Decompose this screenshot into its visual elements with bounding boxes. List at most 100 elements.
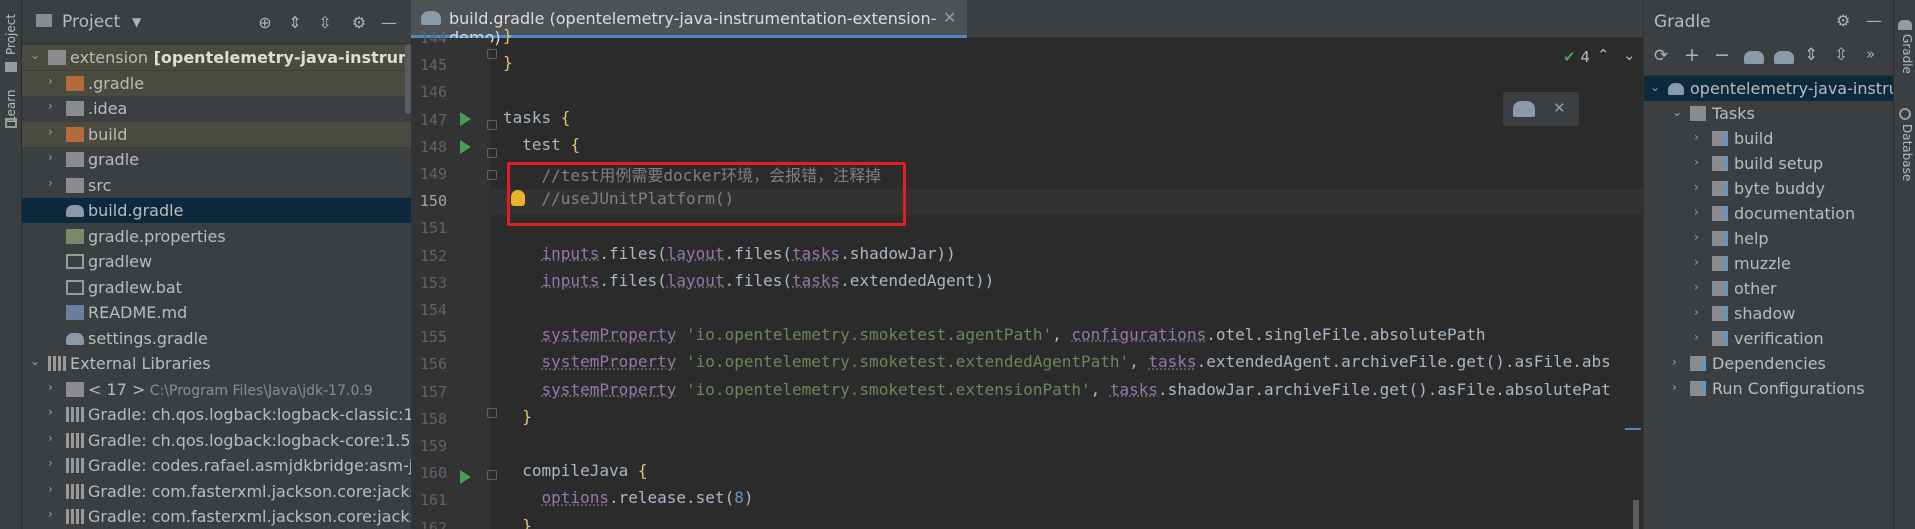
fold-marker[interactable] — [487, 49, 497, 59]
chevron-right-icon[interactable]: › — [48, 456, 62, 470]
gradle-tree-item[interactable]: › byte buddy — [1644, 176, 1893, 201]
expand-all-icon[interactable]: ⇕ — [284, 11, 306, 33]
chevron-down-icon[interactable]: ⌄ — [30, 48, 44, 62]
project-tree-item[interactable]: › Gradle: ch.qos.logback:logback-classic:… — [22, 402, 411, 427]
gradle-tree-item[interactable]: ⌄ opentelemetry-java-instru — [1644, 76, 1893, 101]
project-tree-item[interactable]: › build — [22, 121, 411, 147]
chevron-right-icon[interactable]: › — [48, 431, 62, 445]
code-line[interactable]: } — [503, 407, 532, 426]
run-gutter-icon[interactable] — [460, 470, 471, 484]
gradle-tree-item[interactable]: › shadow — [1644, 301, 1893, 326]
gradle-tree-item[interactable]: › documentation — [1644, 201, 1893, 226]
gradle-tree-item[interactable]: › muzzle — [1644, 251, 1893, 276]
chevron-right-icon[interactable]: › — [1694, 155, 1699, 169]
toggle-offline-icon[interactable] — [1774, 51, 1794, 64]
project-tree-item[interactable]: › Gradle: codes.rafael.asmjdkbridge:asm-j… — [22, 453, 411, 478]
project-tree-item[interactable]: gradlew — [22, 249, 411, 274]
gradle-tree-item[interactable]: › other — [1644, 276, 1893, 301]
project-tree-item[interactable]: README.md — [22, 300, 411, 325]
execute-task-icon[interactable] — [1744, 51, 1764, 64]
code-line[interactable]: } — [503, 26, 513, 45]
code-line[interactable]: options.release.set(8) — [503, 488, 754, 507]
tab-build-gradle[interactable]: build.gradle (opentelemetry-java-instrum… — [411, 0, 967, 47]
more-icon[interactable]: » — [1866, 45, 1875, 63]
gradle-tree-item[interactable]: › help — [1644, 226, 1893, 251]
project-tree-item[interactable]: gradle.properties — [22, 224, 411, 249]
chevron-right-icon[interactable]: › — [1694, 180, 1699, 194]
gradle-tree-item[interactable]: › verification — [1644, 326, 1893, 351]
fold-marker[interactable] — [487, 148, 497, 158]
inspection-widget[interactable]: ✔ 4 — [1563, 48, 1590, 66]
locate-file-icon[interactable]: ⊕ — [254, 11, 276, 33]
fold-marker[interactable] — [487, 120, 497, 130]
chevron-right-icon[interactable]: › — [1694, 230, 1699, 244]
code-line[interactable]: test { — [503, 135, 580, 154]
project-tree-item[interactable]: › gradle — [22, 147, 411, 172]
collapse-all-icon[interactable]: ⇳ — [1834, 45, 1848, 65]
add-icon[interactable]: + — [1684, 44, 1700, 66]
project-tree-item[interactable]: build.gradle — [22, 198, 411, 223]
gradle-tree-item[interactable]: › build — [1644, 126, 1893, 151]
chevron-down-icon[interactable]: ⌄ — [1650, 80, 1660, 94]
chevron-right-icon[interactable]: › — [1694, 130, 1699, 144]
code-line[interactable]: tasks { — [503, 108, 570, 127]
project-tree-item[interactable]: › .gradle — [22, 70, 411, 96]
project-panel-title[interactable]: Project — [62, 12, 120, 32]
project-tree-item[interactable]: ⌄ External Libraries — [22, 351, 411, 376]
project-tree-item[interactable]: › src — [22, 173, 411, 198]
chevron-right-icon[interactable]: › — [48, 150, 62, 164]
reload-icon[interactable]: ⟳ — [1654, 46, 1668, 66]
editor-scrollbar[interactable] — [1633, 500, 1639, 529]
gradle-tree-item[interactable]: › Dependencies — [1644, 351, 1893, 376]
gradle-tree-item[interactable]: › Run Configurations — [1644, 376, 1893, 401]
code-line[interactable]: systemProperty 'io.opentelemetry.smokete… — [503, 352, 1611, 371]
code-line[interactable]: inputs.files(layout.files(tasks.extended… — [503, 271, 995, 290]
chevron-down-icon[interactable]: ⌄ — [1672, 105, 1682, 119]
chevron-right-icon[interactable]: › — [48, 74, 62, 88]
code-line[interactable]: systemProperty 'io.opentelemetry.smokete… — [503, 325, 1486, 344]
run-gutter-icon[interactable] — [460, 112, 471, 126]
fold-marker[interactable] — [487, 170, 497, 180]
chevron-right-icon[interactable]: › — [1694, 255, 1699, 269]
chevron-right-icon[interactable]: › — [1672, 355, 1677, 369]
project-tree-item[interactable]: ⌄ extension [opentelemetry-java-instrumen… — [22, 45, 411, 70]
chevron-right-icon[interactable]: › — [48, 99, 62, 113]
project-tool-tab[interactable]: Project — [1, 8, 21, 60]
project-tree-item[interactable]: settings.gradle — [22, 326, 411, 351]
chevron-right-icon[interactable]: › — [48, 176, 62, 190]
project-tree-item[interactable]: › .idea — [22, 96, 411, 121]
project-tree-item[interactable]: › Gradle: ch.qos.logback:logback-core:1.5… — [22, 428, 411, 453]
database-tool-tab[interactable]: Database — [1896, 124, 1914, 194]
gear-icon[interactable]: ⚙ — [348, 11, 370, 33]
project-tree-item[interactable]: › Gradle: com.fasterxml.jackson.core:jack… — [22, 479, 411, 504]
chevron-right-icon[interactable]: › — [1694, 305, 1699, 319]
project-tree-item[interactable]: gradlew.bat — [22, 275, 411, 300]
project-tree-item[interactable]: › < 17 > C:\Program Files\Java\jdk-17.0.9 — [22, 377, 411, 402]
fold-marker[interactable] — [487, 470, 497, 480]
close-icon[interactable]: ✕ — [1553, 99, 1566, 117]
expand-all-icon[interactable]: ⇕ — [1804, 45, 1818, 65]
hide-panel-icon[interactable]: — — [1866, 11, 1882, 30]
remove-icon[interactable]: − — [1714, 44, 1730, 66]
gradle-tree-item[interactable]: ⌄ Tasks — [1644, 101, 1893, 126]
intention-bulb-icon[interactable] — [511, 190, 525, 206]
chevron-right-icon[interactable]: › — [48, 507, 62, 521]
hide-panel-icon[interactable]: — — [378, 11, 400, 33]
chevron-right-icon[interactable]: › — [48, 405, 62, 419]
close-tab-icon[interactable]: ✕ — [943, 8, 956, 27]
chevron-right-icon[interactable]: › — [48, 125, 62, 139]
code-line[interactable]: systemProperty 'io.opentelemetry.smokete… — [503, 380, 1611, 399]
chevron-right-icon[interactable]: › — [1694, 205, 1699, 219]
gear-icon[interactable]: ⚙ — [1836, 11, 1850, 30]
gradle-tree-item[interactable]: › build setup — [1644, 151, 1893, 176]
collapse-all-icon[interactable]: ⇳ — [314, 11, 336, 33]
code-line[interactable]: } — [503, 516, 532, 529]
code-line[interactable]: compileJava { — [503, 461, 647, 480]
chevron-right-icon[interactable]: › — [48, 482, 62, 496]
fold-marker[interactable] — [487, 408, 497, 418]
project-tree-item[interactable]: › Gradle: com.fasterxml.jackson.core:jack… — [22, 504, 411, 529]
gradle-reload-icon[interactable] — [1513, 101, 1535, 117]
chevron-down-icon[interactable]: ⌄ — [30, 354, 44, 368]
chevron-right-icon[interactable]: › — [1694, 280, 1699, 294]
chevron-down-icon[interactable]: ⌄ — [1623, 46, 1636, 64]
